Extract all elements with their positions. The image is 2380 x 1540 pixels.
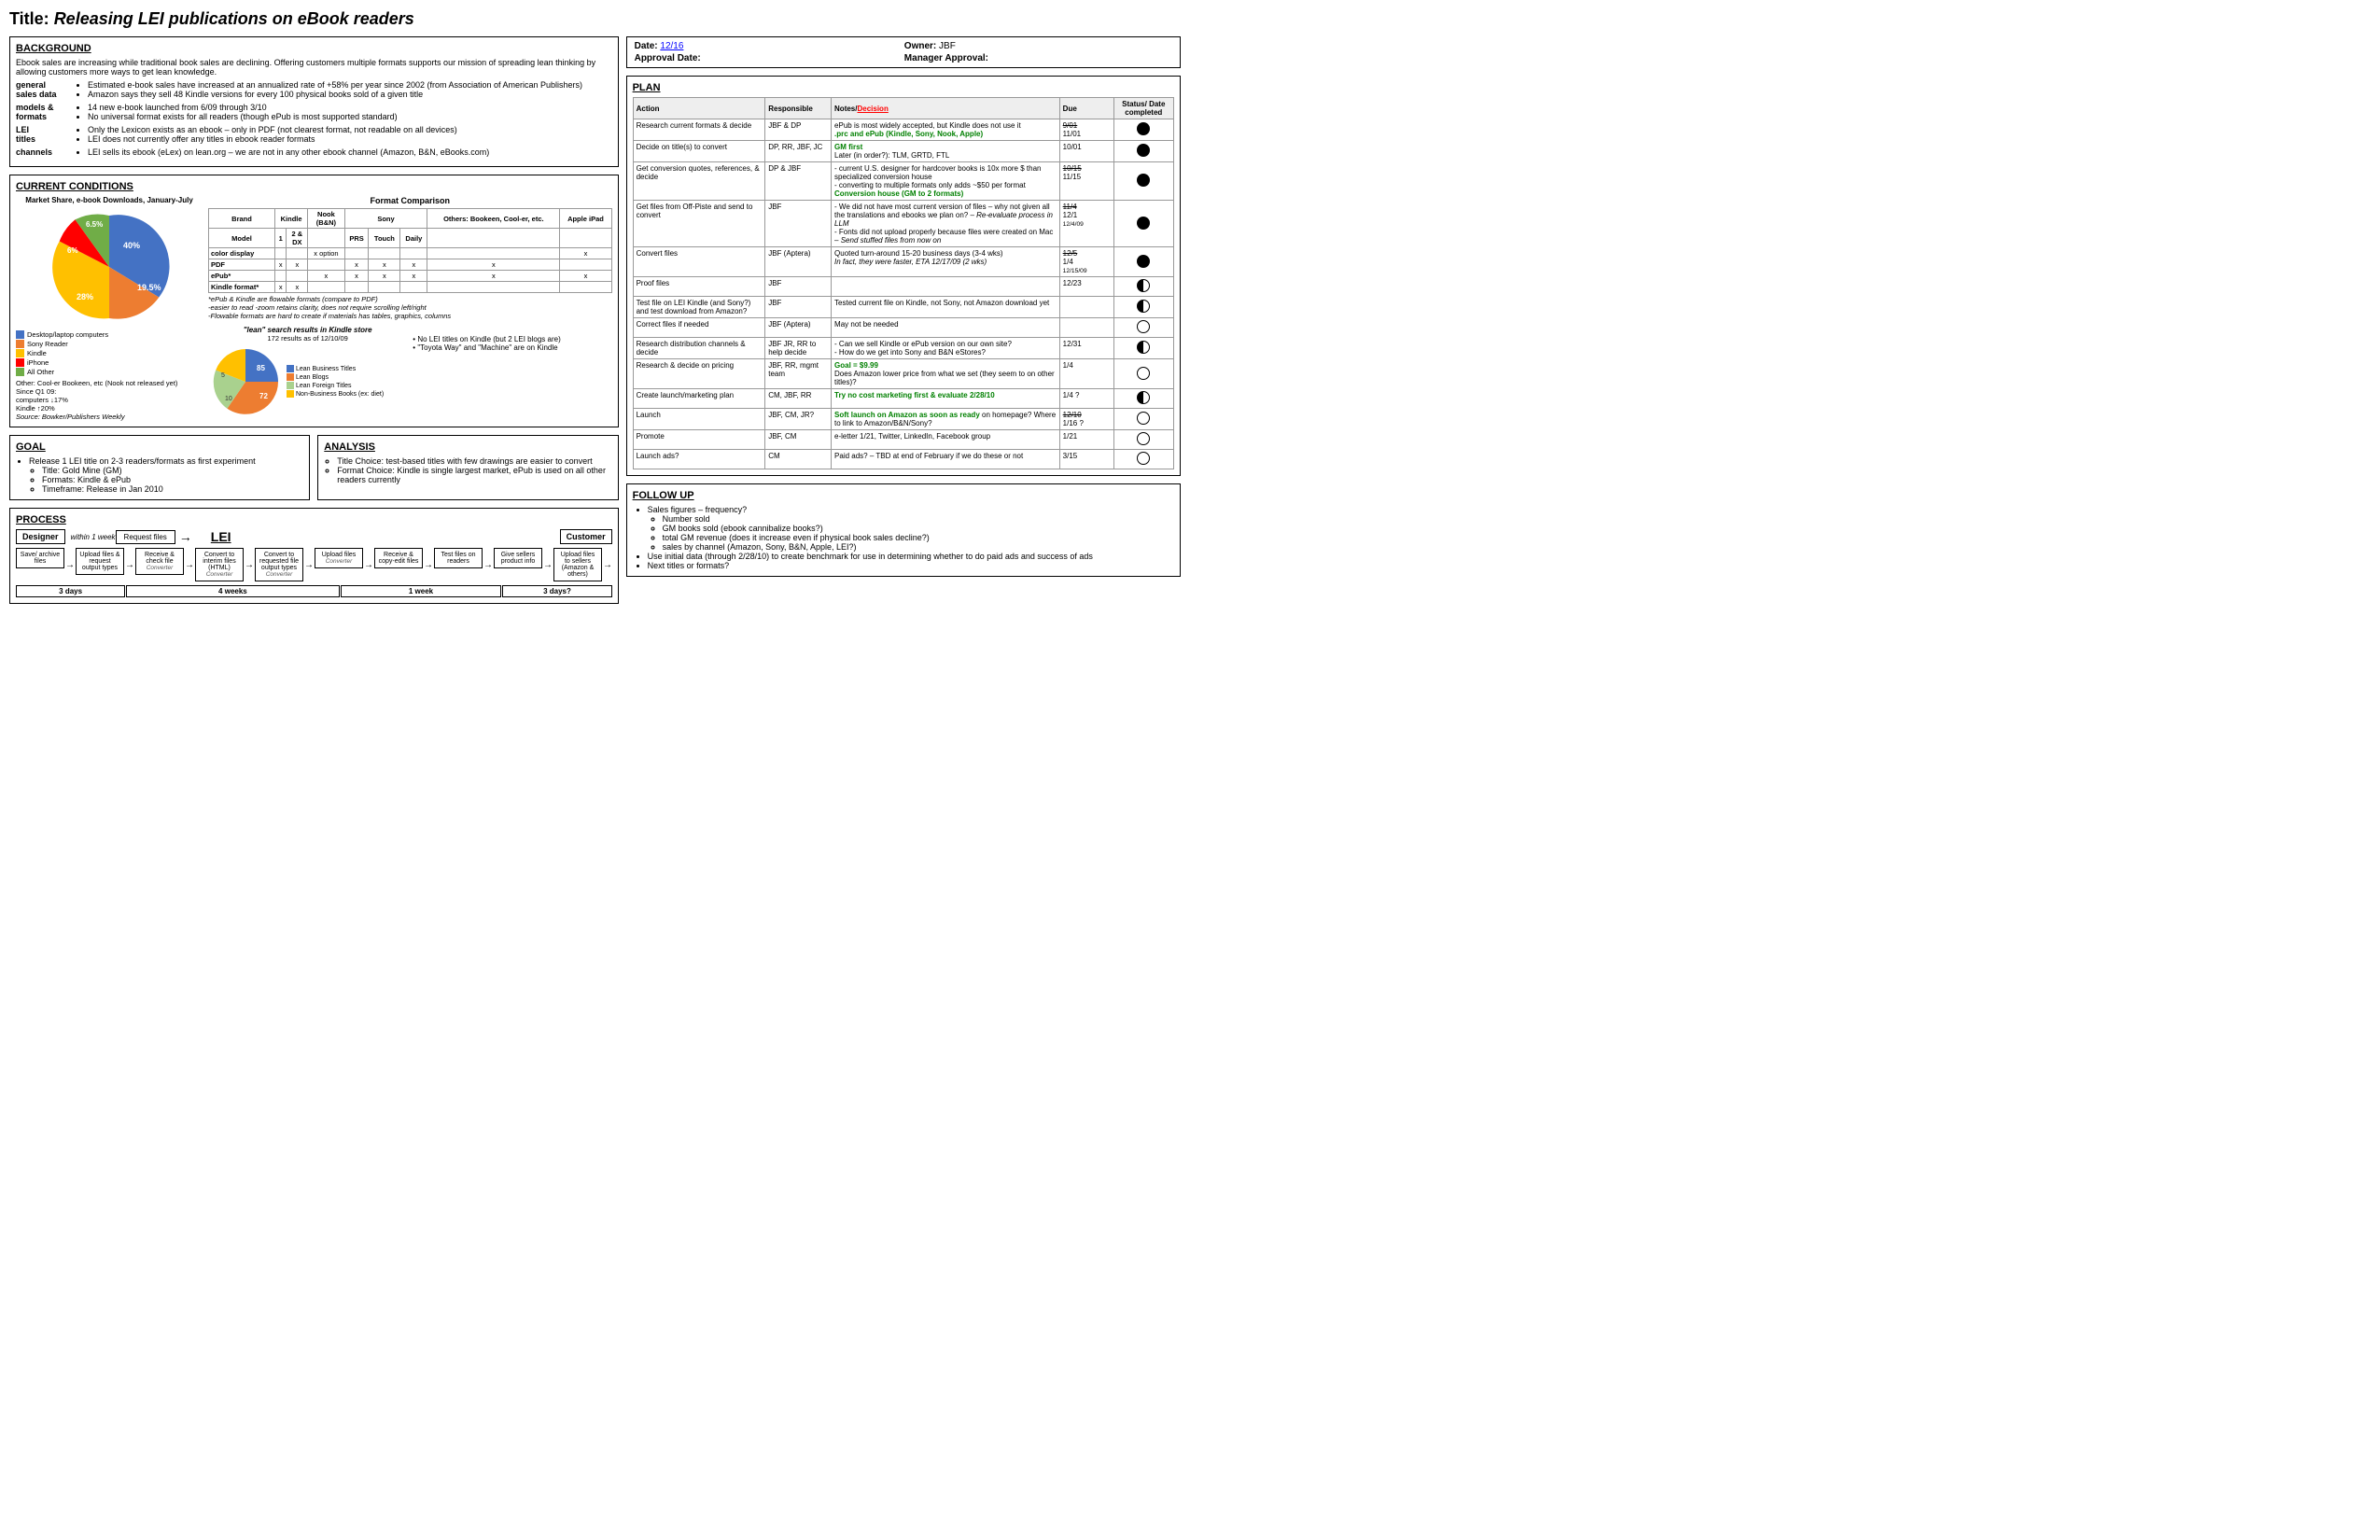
svg-text:5: 5 [221,372,225,379]
current-conditions-section: CURRENT CONDITIONS Market Share, e-book … [9,175,619,427]
background-rows: generalsales data Estimated e-book sales… [16,80,612,157]
plan-row-9: Research distribution channels & decide … [633,338,1173,359]
follow-up-section: FOLLOW UP Sales figures – frequency? Num… [626,483,1181,577]
bg-channels-list: LEI sells its ebook (eLex) on lean.org –… [88,147,489,157]
svg-text:6.5%: 6.5% [86,220,103,229]
process-section: PROCESS Designer within 1 week Request f… [9,508,619,604]
bg-lei-list: Only the Lexicon exists as an ebook – on… [88,125,457,144]
request-files-box: Request files [116,530,175,544]
step-receive-copy: Receive & copy-edit files [374,548,423,568]
bg-label-general: generalsales data [16,80,67,99]
goal-analysis-row: GOAL Release 1 LEI title on 2-3 readers/… [9,435,619,500]
kindle-search-title: "lean" search results in Kindle store [208,326,407,334]
svg-text:19.5%: 19.5% [137,283,161,292]
bg-models-list: 14 new e-book launched from 6/09 through… [88,103,398,121]
analysis-section: ANALYSIS Title Choice: test-based titles… [317,435,618,500]
analysis-title: ANALYSIS [324,441,611,453]
goal-title: GOAL [16,441,303,453]
owner-label: Owner: [904,41,936,51]
background-title: BACKGROUND [16,43,612,54]
kindle-search-notes: • No LEI titles on Kindle (but 2 LEI blo… [413,335,611,352]
step-upload-files: Upload filesConverter [315,548,363,568]
plan-row-8: Correct files if needed JBF (Aptera) May… [633,318,1173,338]
market-share-pie: 40% 19.5% 28% 6% 6.5% [49,206,170,328]
meta-box: Date: 12/16 Owner: JBF Approval Date: Ma… [626,36,1181,68]
designer-box: Designer [16,529,65,544]
format-notes: *ePub & Kindle are flowable formats (com… [208,295,612,320]
plan-title: PLAN [633,82,1174,93]
format-table: Brand Kindle Nook(B&N) Sony Others: Book… [208,208,612,293]
plan-section: PLAN Action Responsible Notes/Decision D… [626,76,1181,476]
background-intro: Ebook sales are increasing while traditi… [16,58,612,77]
step-receive-check: Receive & check fileConverter [135,548,184,575]
kindle-search-subtitle: 172 results as of 12/10/09 [208,334,407,343]
date-val: 12/16 [660,41,683,51]
plan-row-4: Get files from Off-Piste and send to con… [633,201,1173,247]
plan-row-3: Get conversion quotes, references, & dec… [633,162,1173,201]
step-convert-requested: Convert to requested file output typesCo… [255,548,303,581]
svg-text:28%: 28% [77,292,93,301]
bg-general-list: Estimated e-book sales have increased at… [88,80,582,99]
pie-notes: Other: Cool-er Bookeen, etc (Nook not re… [16,379,203,421]
svg-text:40%: 40% [123,241,140,250]
kindle-pie: 85 72 10 5 [208,344,283,419]
lei-label: LEI [211,529,231,544]
kindle-search-section: "lean" search results in Kindle store 17… [208,326,612,419]
current-conditions-title: CURRENT CONDITIONS [16,181,612,192]
date-label: Date: [635,41,658,51]
owner-val: JBF [939,41,956,51]
plan-row-6: Proof files JBF 12/23 [633,277,1173,297]
svg-text:85: 85 [257,364,265,372]
plan-row-13: Promote JBF, CM e-letter 1/21, Twitter, … [633,430,1173,450]
format-comparison-title: Format Comparison [208,196,612,205]
bg-label-models: models &formats [16,103,67,121]
step-save: Save/ archive files [16,548,64,568]
svg-text:6%: 6% [67,246,78,255]
svg-text:72: 72 [259,392,268,400]
plan-row-14: Launch ads? CM Paid ads? – TBD at end of… [633,450,1173,469]
bg-label-lei: LEItitles [16,125,67,144]
plan-row-12: Launch JBF, CM, JR? Soft launch on Amazo… [633,409,1173,430]
plan-row-2: Decide on title(s) to convert DP, RR, JB… [633,141,1173,162]
approval-label: Approval Date: [635,53,701,63]
svg-text:10: 10 [225,396,232,402]
plan-row-7: Test file on LEI Kindle (and Sony?) and … [633,297,1173,318]
kindle-legend: Lean Business Titles Lean Blogs Lean For… [287,365,384,399]
background-section: BACKGROUND Ebook sales are increasing wh… [9,36,619,167]
bg-label-channels: channels [16,147,67,157]
plan-table: Action Responsible Notes/Decision Due St… [633,97,1174,469]
pie-legend: Desktop/laptop computers Sony Reader Kin… [16,330,203,376]
page-title: Title: Releasing LEI publications on eBo… [9,9,1181,29]
page-container: Title: Releasing LEI publications on eBo… [9,9,1181,604]
plan-row-11: Create launch/marketing plan CM, JBF, RR… [633,389,1173,409]
pie-title: Market Share, e-book Downloads, January-… [16,196,203,204]
within-week-label: within 1 week [71,533,116,541]
step-test-files: Test files on readers [434,548,483,568]
plan-row-1: Research current formats & decide JBF & … [633,119,1173,141]
customer-box: Customer [560,529,612,544]
goal-section: GOAL Release 1 LEI title on 2-3 readers/… [9,435,310,500]
manager-label: Manager Approval: [904,53,988,63]
title-label: Title: [9,9,49,28]
plan-row-5: Convert files JBF (Aptera) Quoted turn-a… [633,247,1173,277]
process-title: PROCESS [16,514,612,525]
follow-up-title: FOLLOW UP [633,490,1174,501]
step-give-sellers: Give sellers product info [494,548,542,568]
step-convert-interim: Convert to interim files (HTML)Converter [195,548,244,581]
title-main: Releasing LEI publications on eBook read… [54,9,414,28]
plan-row-10: Research & decide on pricing JBF, RR, mg… [633,359,1173,389]
step-upload: Upload files & request output types [76,548,124,575]
step-upload-sellers: Upload files to sellers (Amazon & others… [553,548,602,581]
